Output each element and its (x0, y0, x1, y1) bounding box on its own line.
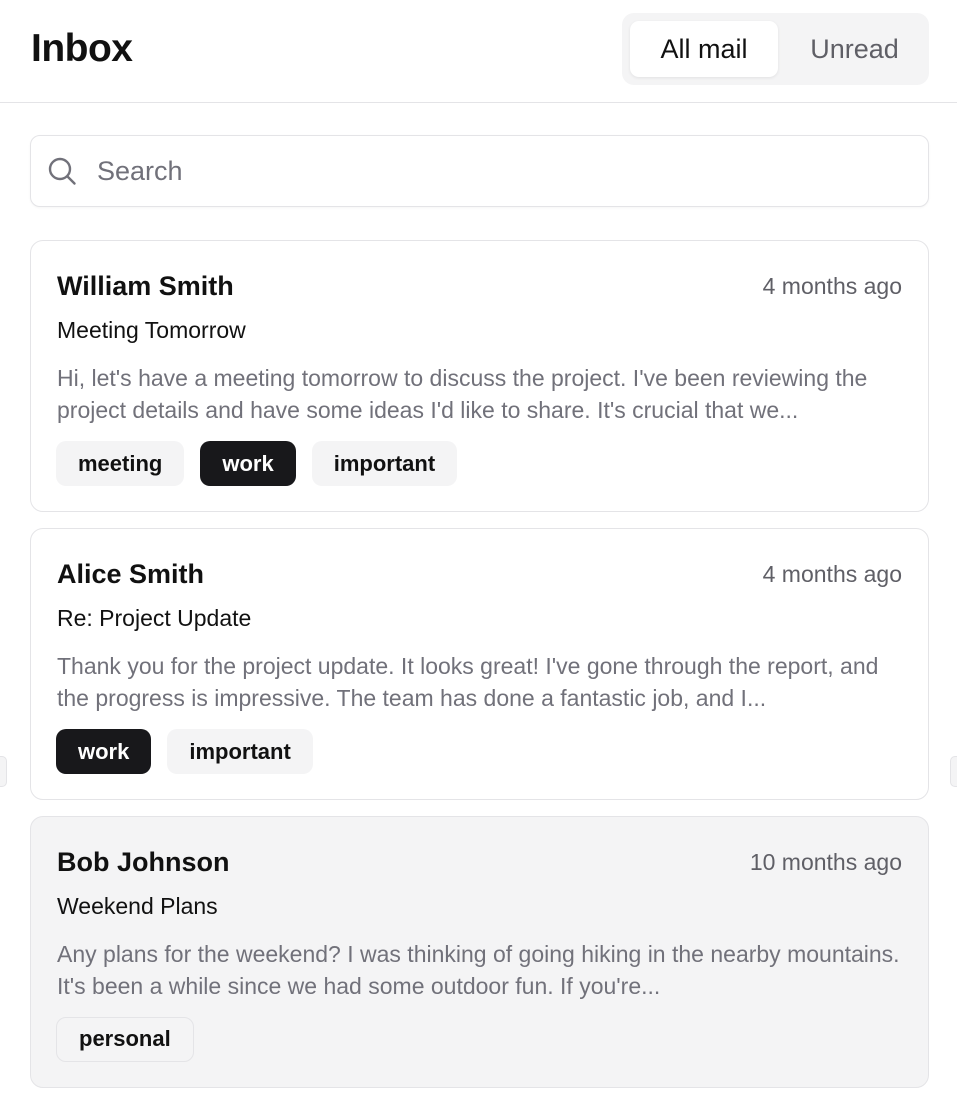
tag-important[interactable]: important (311, 441, 458, 486)
mail-subject: Re: Project Update (57, 605, 252, 631)
mail-item[interactable]: Alice Smith 4 months ago Re: Project Upd… (30, 528, 929, 800)
search-box (30, 135, 929, 207)
mail-preview: Thank you for the project update. It loo… (57, 653, 879, 711)
tab-all-mail[interactable]: All mail (630, 21, 778, 77)
tag-important[interactable]: important (167, 729, 313, 774)
mail-time: 4 months ago (762, 273, 902, 299)
mail-sender: Bob Johnson (57, 847, 230, 877)
search-icon (48, 157, 76, 185)
search-input[interactable] (95, 150, 895, 192)
mail-item[interactable]: William Smith 4 months ago Meeting Tomor… (30, 240, 929, 512)
mail-subject: Weekend Plans (57, 893, 218, 919)
mail-time: 4 months ago (762, 561, 902, 587)
mail-filter-tabs: All mail Unread (622, 13, 929, 85)
page-title: Inbox (31, 27, 133, 70)
mail-time: 10 months ago (749, 849, 902, 875)
tag-meeting[interactable]: meeting (56, 441, 185, 486)
tag-work[interactable]: work (200, 441, 296, 486)
mail-subject: Meeting Tomorrow (57, 317, 246, 343)
left-resize-handle[interactable] (0, 756, 7, 787)
inbox-header: Inbox All mail Unread (0, 0, 957, 103)
mail-tags: meeting work important (56, 441, 458, 486)
tag-personal[interactable]: personal (56, 1017, 194, 1062)
right-resize-handle[interactable] (950, 756, 957, 787)
tag-work[interactable]: work (56, 729, 152, 774)
mail-sender: Alice Smith (57, 559, 205, 589)
mail-tags: personal (56, 1017, 194, 1062)
mail-sender: William Smith (57, 271, 234, 301)
mail-preview: Any plans for the weekend? I was thinkin… (57, 941, 900, 999)
tab-unread[interactable]: Unread (788, 21, 921, 77)
mail-item-selected[interactable]: Bob Johnson 10 months ago Weekend Plans … (30, 816, 929, 1088)
mail-preview: Hi, let's have a meeting tomorrow to dis… (57, 365, 868, 423)
mail-tags: work important (56, 729, 313, 774)
